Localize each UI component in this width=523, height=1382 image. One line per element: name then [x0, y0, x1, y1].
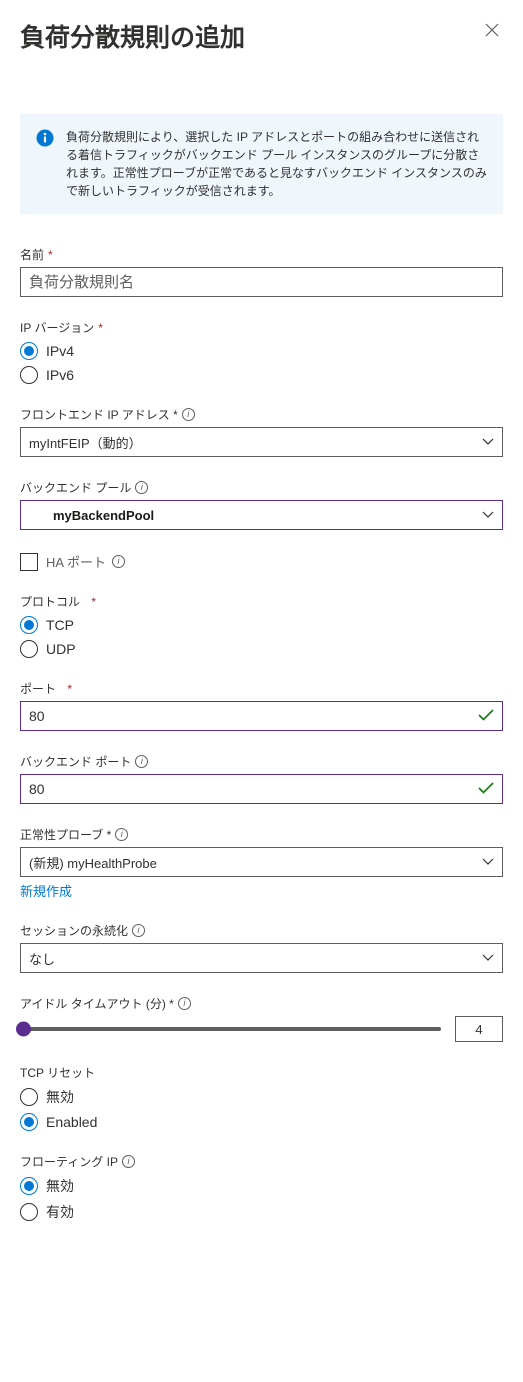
backend-port-input[interactable]: 80 [20, 774, 503, 804]
radio-icon [20, 1177, 38, 1195]
radio-icon [20, 1203, 38, 1221]
info-icon [36, 129, 54, 147]
field-tcp-reset: TCP リセット 無効 Enabled [20, 1064, 503, 1131]
label-session-persistence: セッションの永続化 [20, 922, 503, 939]
radio-tcp-reset-enabled[interactable]: Enabled [20, 1113, 503, 1131]
chevron-down-icon [482, 438, 494, 446]
name-input[interactable] [20, 267, 503, 297]
checkbox-icon [20, 553, 38, 571]
field-health-probe: 正常性プローブ * (新規) myHealthProbe 新規作成 [20, 826, 503, 900]
radio-tcp[interactable]: TCP [20, 616, 503, 634]
radio-udp[interactable]: UDP [20, 640, 503, 658]
field-backend-port: バックエンド ポート 80 [20, 753, 503, 804]
info-callout: 負荷分散規則により、選択した IP アドレスとポートの組み合わせに送信される着信… [20, 114, 503, 214]
port-value: 80 [29, 708, 45, 724]
label-protocol: プロトコル * [20, 593, 503, 610]
radio-label-floating-ip-enabled: 有効 [46, 1202, 74, 1222]
radio-label-ipv6: IPv6 [46, 367, 74, 383]
backend-pool-select[interactable]: myBackendPool [20, 500, 503, 530]
slider-thumb[interactable] [16, 1022, 31, 1037]
backend-pool-value: myBackendPool [29, 508, 154, 523]
radio-ipv6[interactable]: IPv6 [20, 366, 503, 384]
radio-label-ipv4: IPv4 [46, 343, 74, 359]
field-ip-version: IP バージョン* IPv4 IPv6 [20, 319, 503, 384]
ha-port-checkbox[interactable]: HA ポート [20, 552, 503, 571]
radio-tcp-reset-disabled[interactable]: 無効 [20, 1087, 503, 1107]
frontend-ip-select[interactable]: myIntFEIP（動的） [20, 427, 503, 457]
radio-icon [20, 1113, 38, 1131]
radio-label-tcp-reset-enabled: Enabled [46, 1114, 97, 1130]
health-probe-value: (新規) myHealthProbe [29, 853, 157, 872]
chevron-down-icon [482, 954, 494, 962]
port-input[interactable]: 80 [20, 701, 503, 731]
info-icon[interactable] [132, 924, 145, 937]
info-message: 負荷分散規則により、選択した IP アドレスとポートの組み合わせに送信される着信… [66, 128, 487, 200]
label-port: ポート * [20, 680, 503, 697]
idle-timeout-value: 4 [475, 1022, 482, 1037]
info-icon[interactable] [115, 828, 128, 841]
radio-icon [20, 616, 38, 634]
label-name: 名前* [20, 246, 503, 263]
check-icon [478, 708, 494, 724]
field-floating-ip: フローティング IP 無効 有効 [20, 1153, 503, 1222]
label-tcp-reset: TCP リセット [20, 1064, 503, 1081]
chevron-down-icon [482, 858, 494, 866]
radio-icon [20, 342, 38, 360]
info-icon[interactable] [112, 555, 125, 568]
radio-icon [20, 366, 38, 384]
panel-header: 負荷分散規則の追加 [20, 18, 503, 54]
field-ha-port: HA ポート [20, 552, 503, 571]
create-new-probe-link[interactable]: 新規作成 [20, 881, 72, 900]
field-backend-pool: バックエンド プール myBackendPool [20, 479, 503, 530]
check-icon [478, 781, 494, 797]
field-idle-timeout: アイドル タイムアウト (分) * 4 [20, 995, 503, 1042]
label-backend-pool: バックエンド プール [20, 479, 503, 496]
field-name: 名前* [20, 246, 503, 297]
label-ip-version: IP バージョン* [20, 319, 503, 336]
label-backend-port: バックエンド ポート [20, 753, 503, 770]
close-icon [485, 21, 499, 41]
label-frontend-ip: フロントエンド IP アドレス * [20, 406, 503, 423]
frontend-ip-value: myIntFEIP（動的） [29, 433, 142, 452]
info-icon[interactable] [178, 997, 191, 1010]
info-icon[interactable] [135, 481, 148, 494]
info-icon[interactable] [182, 408, 195, 421]
info-icon[interactable] [135, 755, 148, 768]
field-protocol: プロトコル * TCP UDP [20, 593, 503, 658]
field-session-persistence: セッションの永続化 なし [20, 922, 503, 973]
label-idle-timeout: アイドル タイムアウト (分) * [20, 995, 503, 1012]
info-icon[interactable] [122, 1155, 135, 1168]
session-persistence-value: なし [29, 949, 55, 968]
label-health-probe: 正常性プローブ * [20, 826, 503, 843]
radio-floating-ip-enabled[interactable]: 有効 [20, 1202, 503, 1222]
radio-label-tcp: TCP [46, 617, 74, 633]
radio-label-tcp-reset-disabled: 無効 [46, 1087, 74, 1107]
idle-timeout-slider[interactable] [20, 1027, 441, 1031]
radio-icon [20, 1088, 38, 1106]
session-persistence-select[interactable]: なし [20, 943, 503, 973]
add-lb-rule-panel: 負荷分散規則の追加 負荷分散規則により、選択した IP アドレスとポートの組み合… [0, 0, 523, 1254]
radio-label-floating-ip-disabled: 無効 [46, 1176, 74, 1196]
backend-port-value: 80 [29, 781, 45, 797]
label-floating-ip: フローティング IP [20, 1153, 503, 1170]
health-probe-select[interactable]: (新規) myHealthProbe [20, 847, 503, 877]
radio-ipv4[interactable]: IPv4 [20, 342, 503, 360]
chevron-down-icon [482, 511, 494, 519]
close-button[interactable] [481, 18, 503, 44]
radio-floating-ip-disabled[interactable]: 無効 [20, 1176, 503, 1196]
radio-icon [20, 640, 38, 658]
page-title: 負荷分散規則の追加 [20, 18, 245, 54]
field-frontend-ip: フロントエンド IP アドレス * myIntFEIP（動的） [20, 406, 503, 457]
ha-port-label: HA ポート [46, 552, 125, 571]
radio-label-udp: UDP [46, 641, 76, 657]
idle-timeout-value-box[interactable]: 4 [455, 1016, 503, 1042]
field-port: ポート * 80 [20, 680, 503, 731]
